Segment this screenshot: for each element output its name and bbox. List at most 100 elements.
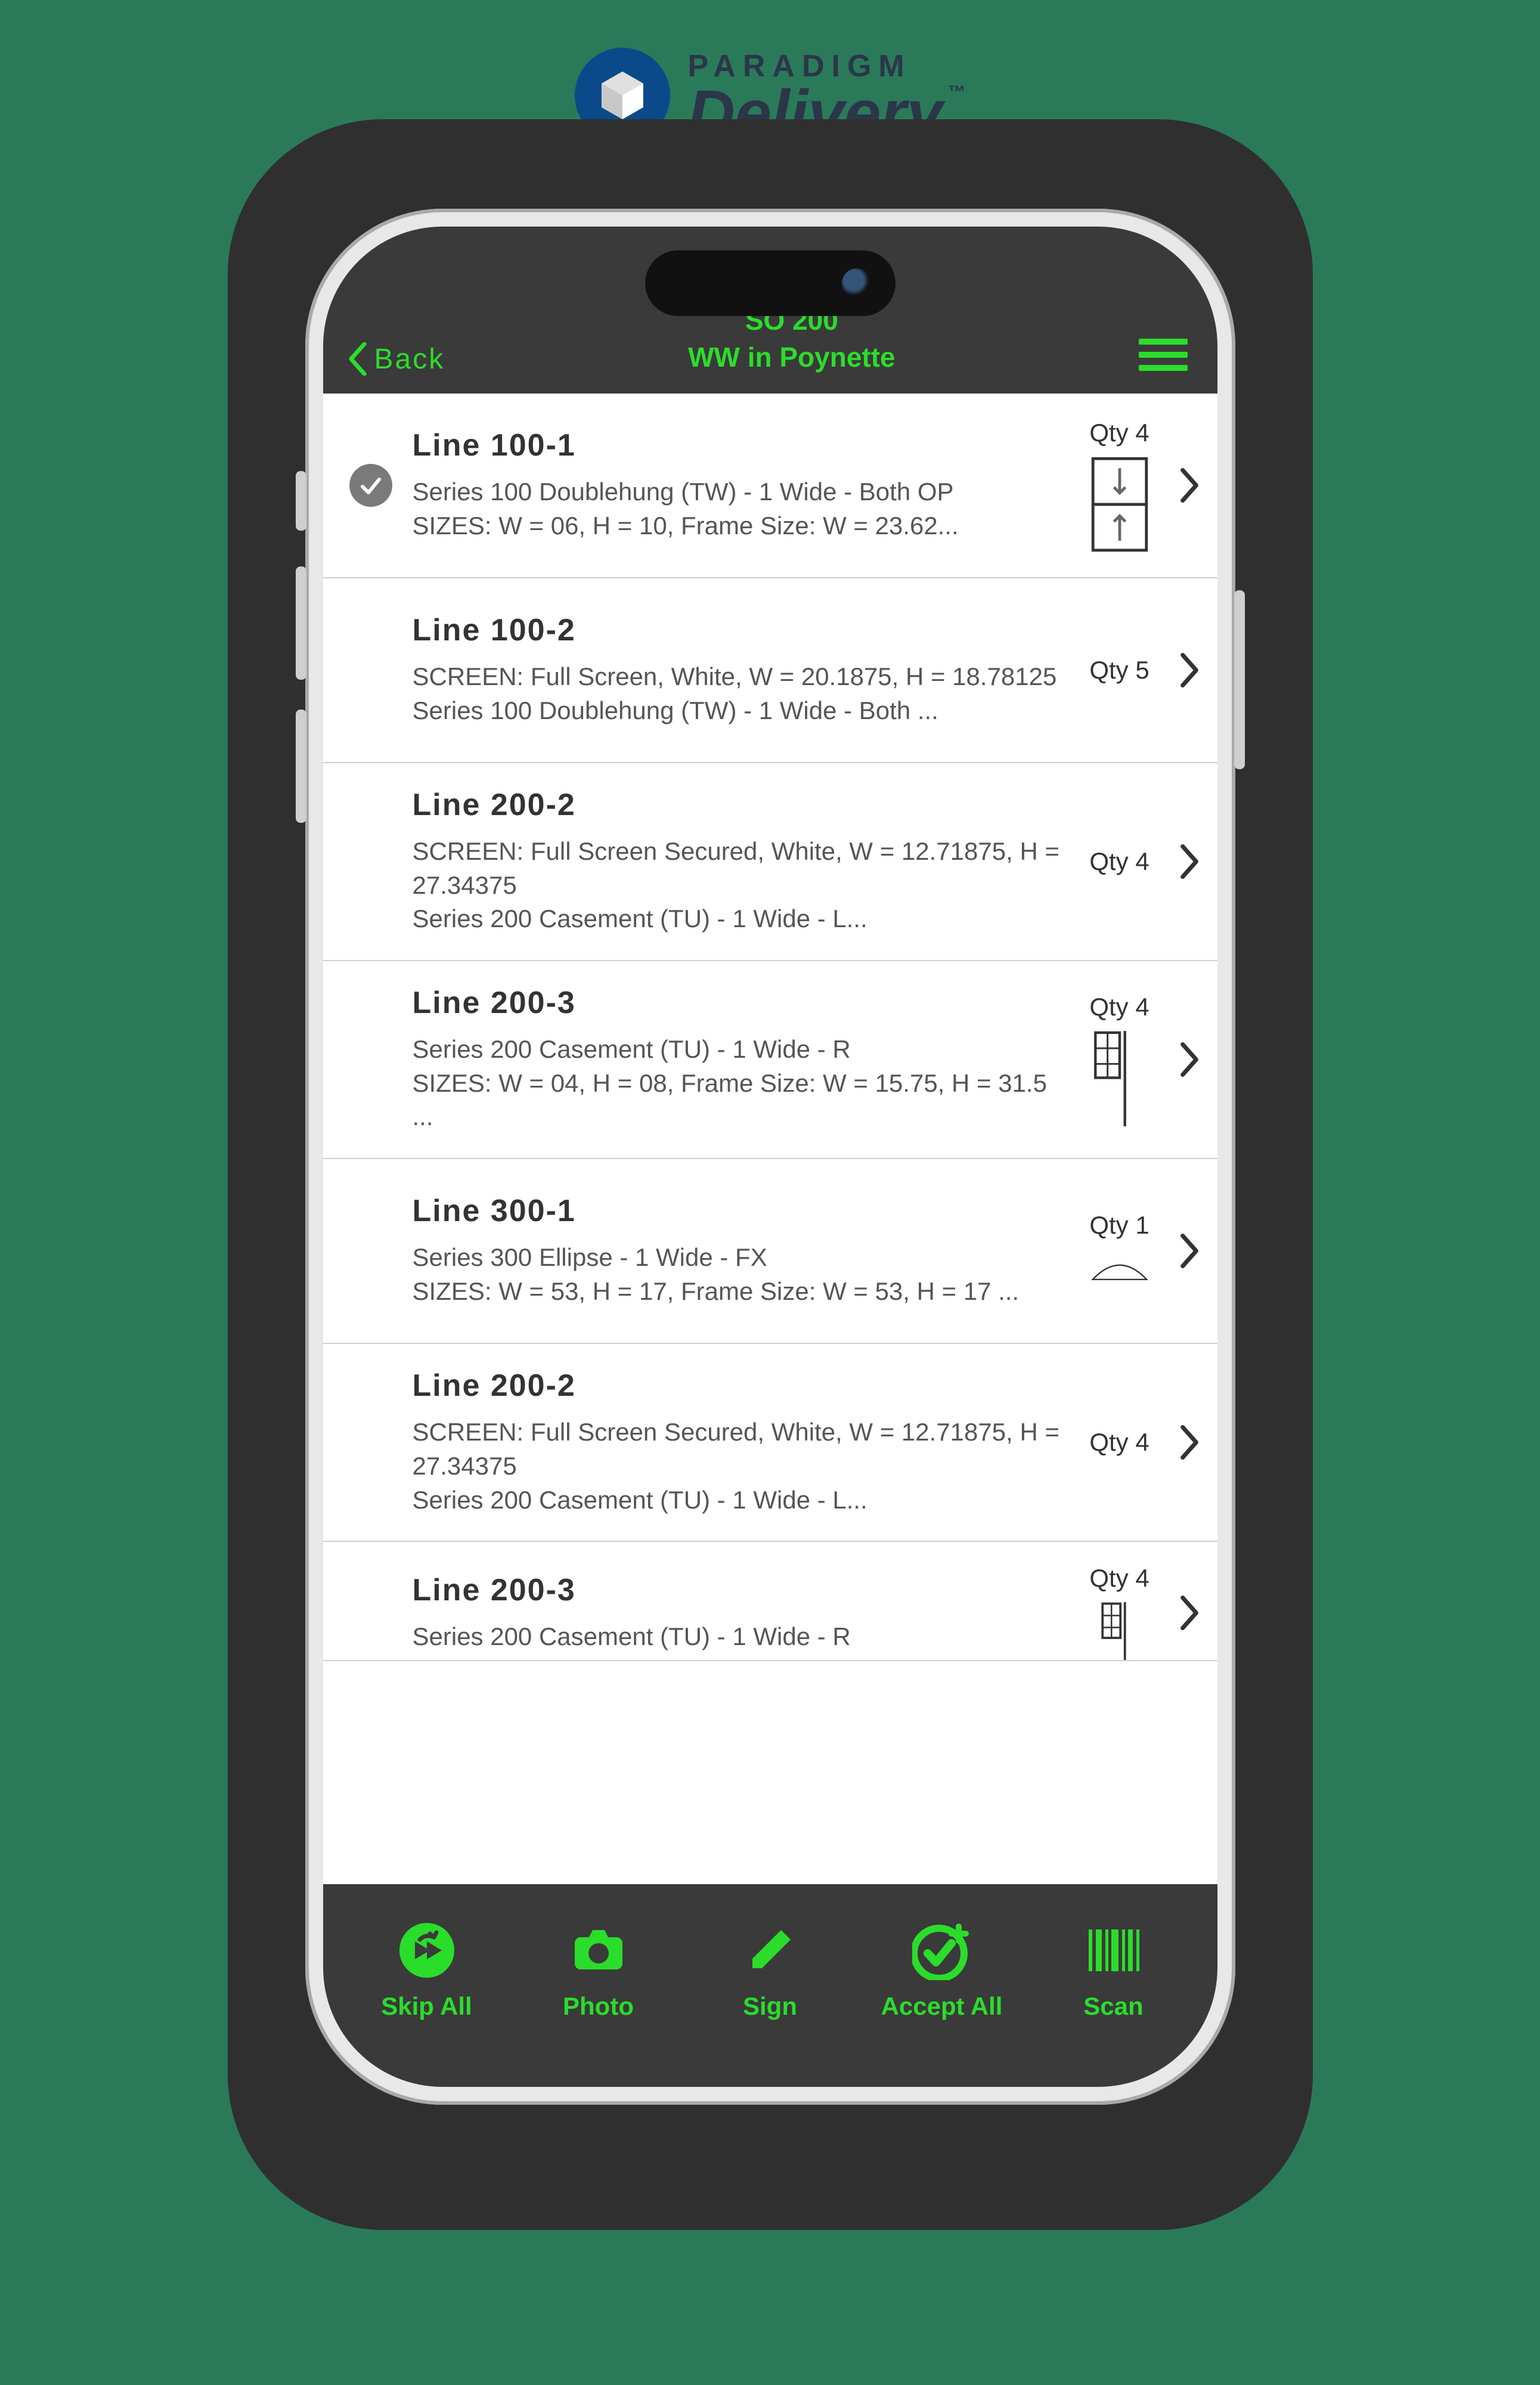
row-desc: SCREEN: Full Screen Secured, White, W = … [413,1415,1060,1483]
phone-frame: Back SO 200 WW in Poynette Line 100-1Ser… [305,209,1235,2105]
accept-all-button[interactable]: Accept All [856,1921,1028,2021]
row-info: Line 200-3 Series 200 Casement (TU) - 1 W… [413,985,1060,1134]
row-desc: SIZES: W = 53, H = 17, Frame Size: W = 5… [413,1275,1060,1309]
row-qty-column: Qty 1 [1078,1211,1161,1291]
tab-label: Scan [1083,1992,1143,2021]
chevron-right-icon [1179,652,1200,688]
chevron-right-icon [1179,1233,1200,1269]
row-info: Line 200-2 SCREEN: Full Screen Secured, W… [413,787,1060,936]
row-desc: SIZES: W = 04, H = 08, Frame Size: W = 1… [413,1067,1060,1134]
row-right: Qty 1 [1078,1211,1200,1291]
chevron-right-icon [1179,1042,1200,1077]
phone-side-button [296,471,306,531]
tab-label: Skip All [381,1992,472,2021]
row-qty-column: Qty 4 [1078,993,1161,1126]
row-info: Line 100-1 Series 100 Doublehung (TW) - 1… [413,428,1060,543]
row-desc: SCREEN: Full Screen Secured, White, W = … [413,835,1060,902]
row-desc: Series 300 Ellipse - 1 Wide - FX [413,1241,1060,1275]
sign-button[interactable]: Sign [684,1921,856,2021]
check-plus-icon [912,1921,972,1980]
row-qty-column: Qty 4 [1078,1564,1161,1661]
row-desc: Series 200 Casement (TU) - 1 Wide - L... [413,1483,1060,1517]
row-title: Line 200-3 [413,985,1060,1021]
row-right: Qty 4 [1078,419,1200,552]
row-desc: Series 100 Doublehung (TW) - 1 Wide - Bo… [413,694,1060,728]
hamburger-line-icon [1139,365,1188,371]
back-button[interactable]: Back [347,342,445,376]
brand-tm: ™ [948,82,966,102]
hamburger-menu-button[interactable] [1139,339,1188,376]
row-thumbnail-icon [1090,1031,1149,1126]
line-item-row[interactable]: Line 100-2 SCREEN: Full Screen, White, W … [323,578,1217,763]
row-right: Qty 4 [1078,844,1200,879]
line-item-row[interactable]: Line 100-1 Series 100 Doublehung (TW) - 1… [323,394,1217,578]
row-desc: Series 200 Casement (TU) - 1 Wide - R [413,1033,1060,1067]
row-info: Line 200-2 SCREEN: Full Screen Secured, W… [413,1368,1060,1517]
row-title: Line 300-1 [413,1193,1060,1229]
skip-all-button[interactable]: Skip All [341,1921,513,2021]
line-item-list: Line 100-1 Series 100 Doublehung (TW) - 1… [323,394,1217,1884]
phone-side-button [1234,590,1245,769]
row-desc: SIZES: W = 06, H = 10, Frame Size: W = 2… [413,509,1060,543]
tab-label: Accept All [881,1992,1003,2021]
row-info: Line 100-2 SCREEN: Full Screen, White, W … [413,612,1060,727]
row-title: Line 200-3 [413,1572,1060,1608]
title-line2: WW in Poynette [445,341,1138,373]
row-info: Line 200-3 Series 200 Casement (TU) - 1 W… [413,1572,1060,1654]
photo-button[interactable]: Photo [513,1921,684,2021]
row-right: Qty 4 [1078,993,1200,1126]
skip-icon [397,1921,457,1980]
tab-label: Photo [563,1992,634,2021]
row-qty-column: Qty 5 [1078,656,1161,684]
phone-camera-icon [842,268,872,298]
row-title: Line 100-1 [413,428,1060,463]
row-qty-column: Qty 4 [1078,1428,1161,1457]
row-qty: Qty 4 [1089,1564,1149,1593]
camera-icon [569,1921,628,1980]
hamburger-line-icon [1139,339,1188,345]
row-title: Line 200-2 [413,1368,1060,1404]
row-qty: Qty 1 [1089,1211,1149,1240]
row-title: Line 100-2 [413,612,1060,648]
row-qty: Qty 4 [1089,993,1149,1021]
row-thumbnail-icon [1090,1602,1149,1661]
row-desc: Series 100 Doublehung (TW) - 1 Wide - Bo… [413,475,1060,509]
phone-side-button [296,566,306,680]
barcode-icon [1084,1921,1144,1980]
row-info: Line 300-1 Series 300 Ellipse - 1 Wide - … [413,1193,1060,1308]
phone-side-button [296,710,306,823]
row-desc: Series 200 Casement (TU) - 1 Wide - R [413,1620,1060,1654]
row-desc: SCREEN: Full Screen, White, W = 20.1875,… [413,660,1060,694]
scan-button[interactable]: Scan [1028,1921,1200,2021]
line-item-row[interactable]: Line 200-3 Series 200 Casement (TU) - 1 W… [323,961,1217,1159]
line-item-row[interactable]: Line 300-1 Series 300 Ellipse - 1 Wide - … [323,1159,1217,1344]
hamburger-line-icon [1139,352,1188,358]
row-qty-column: Qty 4 [1078,847,1161,876]
row-qty: Qty 5 [1089,656,1149,684]
line-item-row[interactable]: Line 200-2 SCREEN: Full Screen Secured, W… [323,1344,1217,1542]
row-check-slot [347,464,395,507]
phone-screen: Back SO 200 WW in Poynette Line 100-1Ser… [323,227,1217,2087]
check-circle-icon [349,464,392,507]
chevron-right-icon [1179,467,1200,503]
phone-notch [645,250,896,316]
row-right: Qty 5 [1078,652,1200,688]
tab-label: Sign [743,1992,797,2021]
row-qty: Qty 4 [1089,847,1149,876]
chevron-right-icon [1179,1424,1200,1460]
row-right: Qty 4 [1078,1424,1200,1460]
back-label: Back [374,343,445,376]
line-item-row[interactable]: Line 200-2 SCREEN: Full Screen Secured, W… [323,763,1217,961]
chevron-right-icon [1179,1595,1200,1631]
row-right: Qty 4 [1078,1564,1200,1661]
row-title: Line 200-2 [413,787,1060,823]
chevron-right-icon [1179,844,1200,879]
row-thumbnail-icon [1090,1249,1149,1291]
pencil-icon [740,1921,800,1980]
line-item-row[interactable]: Line 200-3 Series 200 Casement (TU) - 1 W… [323,1542,1217,1661]
row-desc: Series 200 Casement (TU) - 1 Wide - L... [413,902,1060,936]
bottom-tabbar: Skip All Photo Sign Accept All [323,1884,1217,2087]
row-qty-column: Qty 4 [1078,419,1161,552]
chevron-left-icon [347,342,368,376]
row-qty: Qty 4 [1089,419,1149,447]
